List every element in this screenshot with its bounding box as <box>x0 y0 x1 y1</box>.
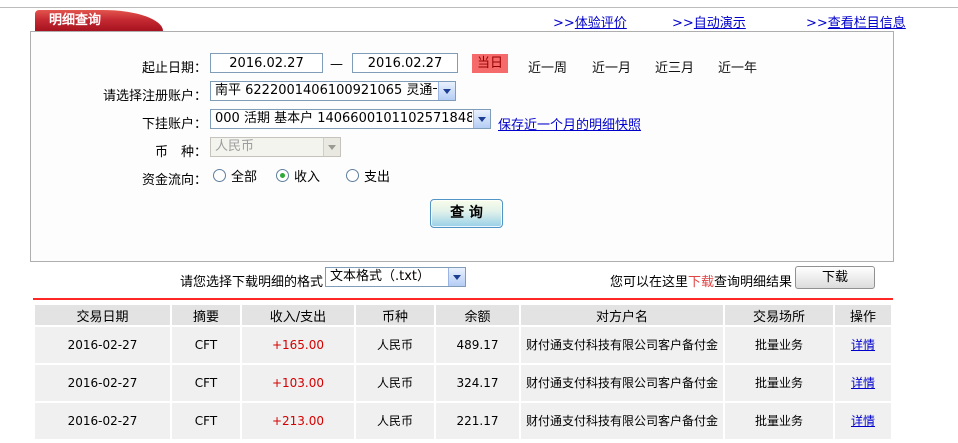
link-experience-review[interactable]: >>体验评价 <box>553 12 627 31</box>
header-balance: 余额 <box>436 305 519 325</box>
cell-action: 详情 <box>835 327 891 363</box>
today-badge[interactable]: 当日 <box>472 54 509 73</box>
chevron-down-icon[interactable] <box>438 82 455 100</box>
header-date: 交易日期 <box>35 305 170 325</box>
table-header-row: 交易日期 摘要 收入/支出 币种 余额 对方户名 交易场所 操作 <box>35 305 891 325</box>
cell-balance: 221.17 <box>436 403 519 439</box>
sub-account-value: 000 活期 基本户 1406600101102571848 <box>215 111 472 126</box>
cell-balance: 489.17 <box>436 327 519 363</box>
query-button[interactable]: 查 询 <box>430 199 503 228</box>
cell-venue: 批量业务 <box>725 327 833 363</box>
cell-currency: 人民币 <box>356 327 434 363</box>
cell-venue: 批量业务 <box>725 403 833 439</box>
download-inline-link[interactable]: 下载 <box>688 275 714 290</box>
detail-link[interactable]: 详情 <box>851 338 875 352</box>
cell-summary: CFT <box>172 327 240 363</box>
cell-date: 2016-02-27 <box>35 327 170 363</box>
currency-label: 币 种： <box>154 145 207 160</box>
radio-flow-all[interactable]: 全部 <box>213 166 257 185</box>
chevron-down-icon <box>323 138 340 156</box>
download-hint: 您可以在这里下载查询明细结果 <box>610 271 792 290</box>
link-auto-demo[interactable]: >>自动演示 <box>672 12 746 31</box>
results-divider <box>33 298 893 300</box>
fund-flow-label: 资金流向： <box>141 173 207 188</box>
sub-account-label: 下挂账户： <box>141 117 207 132</box>
cell-amount: +165.00 <box>242 327 354 363</box>
cell-summary: CFT <box>172 403 240 439</box>
quick-range-last-year[interactable]: 近一年 <box>718 57 757 76</box>
link-prefix: >> <box>672 16 694 31</box>
radio-checked-icon[interactable] <box>276 169 289 182</box>
download-format-select[interactable]: 文本格式（.txt） <box>325 267 466 287</box>
radio-icon[interactable] <box>346 169 359 182</box>
header-venue: 交易场所 <box>725 305 833 325</box>
cell-counterparty: 财付通支付科技有限公司客户备付金 <box>521 327 723 363</box>
chevron-down-icon[interactable] <box>448 268 465 286</box>
tab-detail-query[interactable]: 明细查询 <box>35 10 163 31</box>
cell-action: 详情 <box>835 403 891 439</box>
detail-link[interactable]: 详情 <box>851 414 875 428</box>
cell-counterparty: 财付通支付科技有限公司客户备付金 <box>521 403 723 439</box>
sub-account-select[interactable]: 000 活期 基本户 1406600101102571848 <box>210 109 491 129</box>
link-prefix: >> <box>806 16 828 31</box>
header-currency: 币种 <box>356 305 434 325</box>
date-range-label: 起止日期： <box>141 61 207 76</box>
cell-action: 详情 <box>835 365 891 401</box>
quick-range-last-month[interactable]: 近一月 <box>592 57 631 76</box>
download-format-value: 文本格式（.txt） <box>330 269 431 284</box>
cell-currency: 人民币 <box>356 365 434 401</box>
radio-label: 支出 <box>364 170 391 185</box>
cell-balance: 324.17 <box>436 365 519 401</box>
header-summary: 摘要 <box>172 305 240 325</box>
hint-text: 查询明细结果 <box>714 275 793 290</box>
cell-amount: +213.00 <box>242 403 354 439</box>
currency-select-disabled: 人民币 <box>210 137 341 157</box>
tab-title: 明细查询 <box>49 13 102 28</box>
table-row: 2016-02-27 CFT +103.00 人民币 324.17 财付通支付科… <box>35 365 891 401</box>
radio-label: 全部 <box>231 170 258 185</box>
link-label: 查看栏目信息 <box>827 16 906 31</box>
chevron-down-icon[interactable] <box>473 110 490 128</box>
results-table-wrap: 交易日期 摘要 收入/支出 币种 余额 对方户名 交易场所 操作 2016-02… <box>33 303 893 441</box>
registered-account-label: 请选择注册账户： <box>102 89 207 104</box>
header-counterparty: 对方户名 <box>521 305 723 325</box>
top-divider <box>0 7 958 8</box>
download-button[interactable]: 下载 <box>795 266 875 289</box>
header-action: 操作 <box>835 305 891 325</box>
detail-link[interactable]: 详情 <box>851 376 875 390</box>
download-format-label: 请您选择下载明细的格式 <box>179 275 323 290</box>
detail-query-page: 明细查询 >>体验评价 >>自动演示 >>查看栏目信息 起止日期： — 当日 近… <box>0 0 958 443</box>
hint-text: 您可以在这里 <box>610 275 689 290</box>
cell-amount: +103.00 <box>242 365 354 401</box>
table-row: 2016-02-27 CFT +213.00 人民币 221.17 财付通支付科… <box>35 403 891 439</box>
cell-date: 2016-02-27 <box>35 365 170 401</box>
cell-date: 2016-02-27 <box>35 403 170 439</box>
date-from-input[interactable] <box>210 53 323 73</box>
radio-label: 收入 <box>294 170 321 185</box>
cell-venue: 批量业务 <box>725 365 833 401</box>
save-snapshot-link[interactable]: 保存近一个月的明细快照 <box>498 114 641 133</box>
table-row: 2016-02-27 CFT +165.00 人民币 489.17 财付通支付科… <box>35 327 891 363</box>
radio-flow-income[interactable]: 收入 <box>276 166 320 185</box>
cell-counterparty: 财付通支付科技有限公司客户备付金 <box>521 365 723 401</box>
link-label: 体验评价 <box>574 16 627 31</box>
cell-currency: 人民币 <box>356 403 434 439</box>
link-label: 自动演示 <box>693 16 746 31</box>
radio-flow-expense[interactable]: 支出 <box>346 166 390 185</box>
link-prefix: >> <box>553 16 575 31</box>
quick-range-last-week[interactable]: 近一周 <box>528 57 567 76</box>
currency-value: 人民币 <box>215 139 255 154</box>
cell-summary: CFT <box>172 365 240 401</box>
quick-range-last-3-months[interactable]: 近三月 <box>655 57 694 76</box>
link-view-column-info[interactable]: >>查看栏目信息 <box>806 12 906 31</box>
date-separator: — <box>330 57 343 72</box>
registered-account-value: 南平 6222001406100921065 灵通卡 <box>215 83 437 98</box>
header-amount: 收入/支出 <box>242 305 354 325</box>
results-table: 交易日期 摘要 收入/支出 币种 余额 对方户名 交易场所 操作 2016-02… <box>33 303 893 441</box>
date-to-input[interactable] <box>352 53 458 73</box>
registered-account-select[interactable]: 南平 6222001406100921065 灵通卡 <box>210 81 456 101</box>
radio-icon[interactable] <box>213 169 226 182</box>
